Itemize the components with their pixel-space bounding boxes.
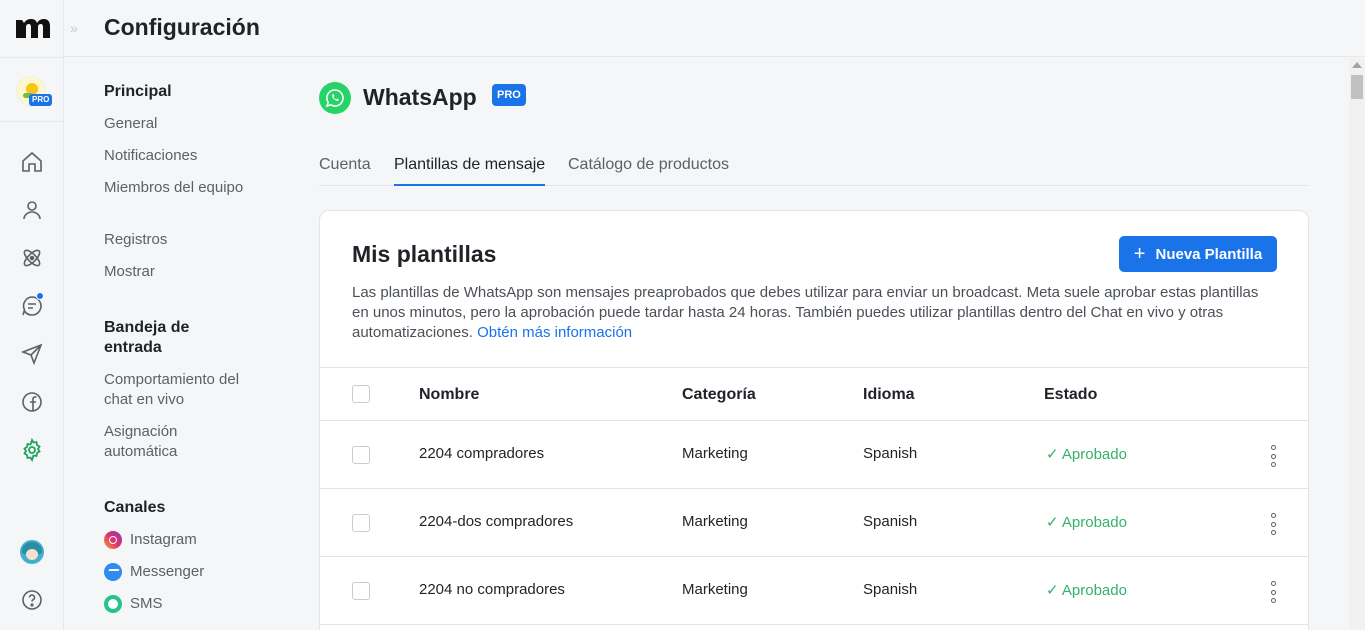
sidebar-item-label: Instagram — [130, 531, 197, 548]
settings-gear-icon[interactable] — [20, 437, 44, 463]
column-header-categoria[interactable]: Categoría — [682, 386, 756, 404]
automation-icon[interactable] — [20, 246, 44, 270]
status-badge: ✓ Aprobado — [1046, 582, 1127, 599]
tab-plantillas[interactable]: Plantillas de mensaje — [394, 156, 546, 186]
table-row[interactable]: 2204-dos compradores Marketing Spanish ✓… — [320, 489, 1308, 557]
tab-bar: Cuenta Plantillas de mensaje Catálogo de… — [319, 156, 1309, 186]
channel-title: WhatsApp — [363, 84, 477, 110]
column-header-nombre[interactable]: Nombre — [419, 386, 479, 404]
whatsapp-icon — [319, 82, 351, 114]
new-template-button[interactable]: + Nueva Plantilla — [1119, 236, 1277, 272]
tab-cuenta[interactable]: Cuenta — [319, 156, 371, 186]
status-badge: ✓ Aprobado — [1046, 514, 1127, 531]
template-language: Spanish — [863, 513, 918, 530]
sidebar-item-instagram[interactable]: Instagram — [104, 530, 197, 550]
plus-icon: + — [1133, 243, 1146, 265]
vertical-scrollbar[interactable] — [1349, 58, 1365, 630]
contacts-icon[interactable] — [20, 198, 44, 222]
status-badge: ✓ Aprobado — [1046, 446, 1127, 463]
sidebar-section-bandeja: Bandeja de entrada — [104, 319, 190, 356]
sidebar-item-mostrar[interactable]: Mostrar — [104, 262, 244, 282]
workspace-pro-badge: PRO — [29, 94, 53, 106]
instagram-icon — [104, 531, 122, 549]
settings-sidebar: Principal General Notificaciones Miembro… — [64, 58, 284, 630]
row-checkbox[interactable] — [352, 582, 370, 600]
user-avatar[interactable] — [20, 540, 44, 564]
template-category: Marketing — [682, 513, 748, 530]
sidebar-item-miembros[interactable]: Miembros del equipo — [104, 178, 244, 198]
more-options-icon[interactable] — [1264, 581, 1282, 603]
broadcast-send-icon[interactable] — [20, 342, 44, 366]
learn-more-link[interactable]: Obtén más información — [477, 324, 632, 341]
table-row[interactable]: 2204 no compradores Marketing Spanish ✓ … — [320, 557, 1308, 625]
pro-badge: PRO — [492, 84, 526, 106]
messenger-icon — [104, 563, 122, 581]
sidebar-item-notificaciones[interactable]: Notificaciones — [104, 146, 244, 166]
tab-catalogo[interactable]: Catálogo de productos — [568, 156, 729, 186]
help-icon[interactable] — [20, 588, 44, 612]
scroll-up-arrow-icon[interactable] — [1352, 62, 1362, 68]
template-language: Spanish — [863, 581, 918, 598]
more-options-icon[interactable] — [1264, 513, 1282, 535]
template-name[interactable]: 2204 no compradores — [419, 581, 565, 598]
main-content: WhatsApp PRO Cuenta Plantillas de mensaj… — [284, 58, 1349, 630]
sidebar-item-label: Messenger — [130, 563, 205, 580]
card-description: Las plantillas de WhatsApp son mensajes … — [352, 283, 1272, 343]
top-header: » Configuración — [64, 0, 1365, 57]
card-title: Mis plantillas — [352, 241, 497, 267]
row-checkbox[interactable] — [352, 446, 370, 464]
sidebar-section-canales: Canales — [104, 499, 166, 516]
column-header-idioma[interactable]: Idioma — [863, 386, 915, 404]
select-all-checkbox[interactable] — [352, 385, 370, 403]
sidebar-item-sms[interactable]: SMS — [104, 594, 163, 614]
template-category: Marketing — [682, 581, 748, 598]
sms-icon — [104, 595, 122, 613]
manychat-logo-icon[interactable] — [14, 14, 50, 42]
template-name[interactable]: 2204 compradores — [419, 445, 544, 462]
new-template-label: Nueva Plantilla — [1155, 245, 1263, 263]
template-name[interactable]: 2204-dos compradores — [419, 513, 573, 530]
column-header-estado[interactable]: Estado — [1044, 386, 1097, 404]
scrollbar-thumb[interactable] — [1351, 75, 1363, 99]
templates-card: Mis plantillas + Nueva Plantilla Las pla… — [319, 210, 1309, 630]
divider — [0, 121, 64, 122]
sidebar-item-messenger[interactable]: Messenger — [104, 562, 204, 582]
template-category: Marketing — [682, 445, 748, 462]
sidebar-item-asignacion[interactable]: Asignación automática — [104, 422, 244, 462]
divider — [0, 57, 64, 58]
sidebar-section-principal: Principal — [104, 83, 172, 100]
more-options-icon[interactable] — [1264, 445, 1282, 467]
template-language: Spanish — [863, 445, 918, 462]
facebook-icon[interactable] — [20, 390, 44, 414]
sidebar-item-label: SMS — [130, 595, 163, 612]
notification-dot — [36, 292, 44, 300]
sidebar-item-registros[interactable]: Registros — [104, 230, 244, 250]
page-title: Configuración — [104, 14, 260, 40]
expand-sidebar-chevron-icon[interactable]: » — [70, 20, 78, 36]
icon-rail: PRO — [0, 0, 64, 630]
row-checkbox[interactable] — [352, 514, 370, 532]
table-header: Nombre Categoría Idioma Estado — [320, 367, 1308, 421]
sidebar-item-general[interactable]: General — [104, 114, 244, 134]
table-row[interactable]: 2204 compradores Marketing Spanish ✓ Apr… — [320, 421, 1308, 489]
sidebar-item-comportamiento[interactable]: Comportamiento del chat en vivo — [104, 370, 244, 410]
home-icon[interactable] — [20, 150, 44, 174]
